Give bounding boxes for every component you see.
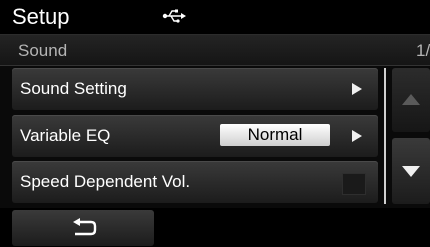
back-button[interactable] [12, 210, 154, 246]
page-title: Setup [12, 4, 70, 29]
menu-item-label: Sound Setting [20, 79, 127, 98]
chevron-right-icon [352, 130, 362, 142]
list-divider [384, 68, 386, 204]
scroll-down-icon [402, 166, 420, 177]
scroll-down-button[interactable] [392, 138, 430, 204]
header-bar: Setup [0, 0, 430, 34]
chevron-right-icon [352, 83, 362, 95]
menu-item-label: Speed Dependent Vol. [20, 172, 191, 191]
menu-item-sound-setting[interactable]: Sound Setting [12, 68, 378, 110]
back-arrow-icon [73, 218, 97, 236]
menu-item-variable-eq[interactable]: Variable EQ Normal [12, 115, 378, 157]
usb-icon [162, 9, 186, 23]
section-header: Sound 1/ [0, 34, 430, 66]
menu-item-speed-dependent-vol[interactable]: Speed Dependent Vol. [12, 161, 378, 203]
speed-dependent-vol-checkbox[interactable] [342, 173, 366, 195]
scroll-up-button[interactable] [392, 68, 430, 132]
scroll-up-icon [402, 94, 420, 105]
setup-screen: Setup Sound 1/ Sound Setting Variable EQ… [0, 0, 430, 247]
eq-value-display: Normal [220, 124, 330, 146]
section-title: Sound [18, 41, 68, 60]
page-indicator: 1/ [416, 41, 430, 60]
menu-item-label: Variable EQ [20, 126, 111, 145]
